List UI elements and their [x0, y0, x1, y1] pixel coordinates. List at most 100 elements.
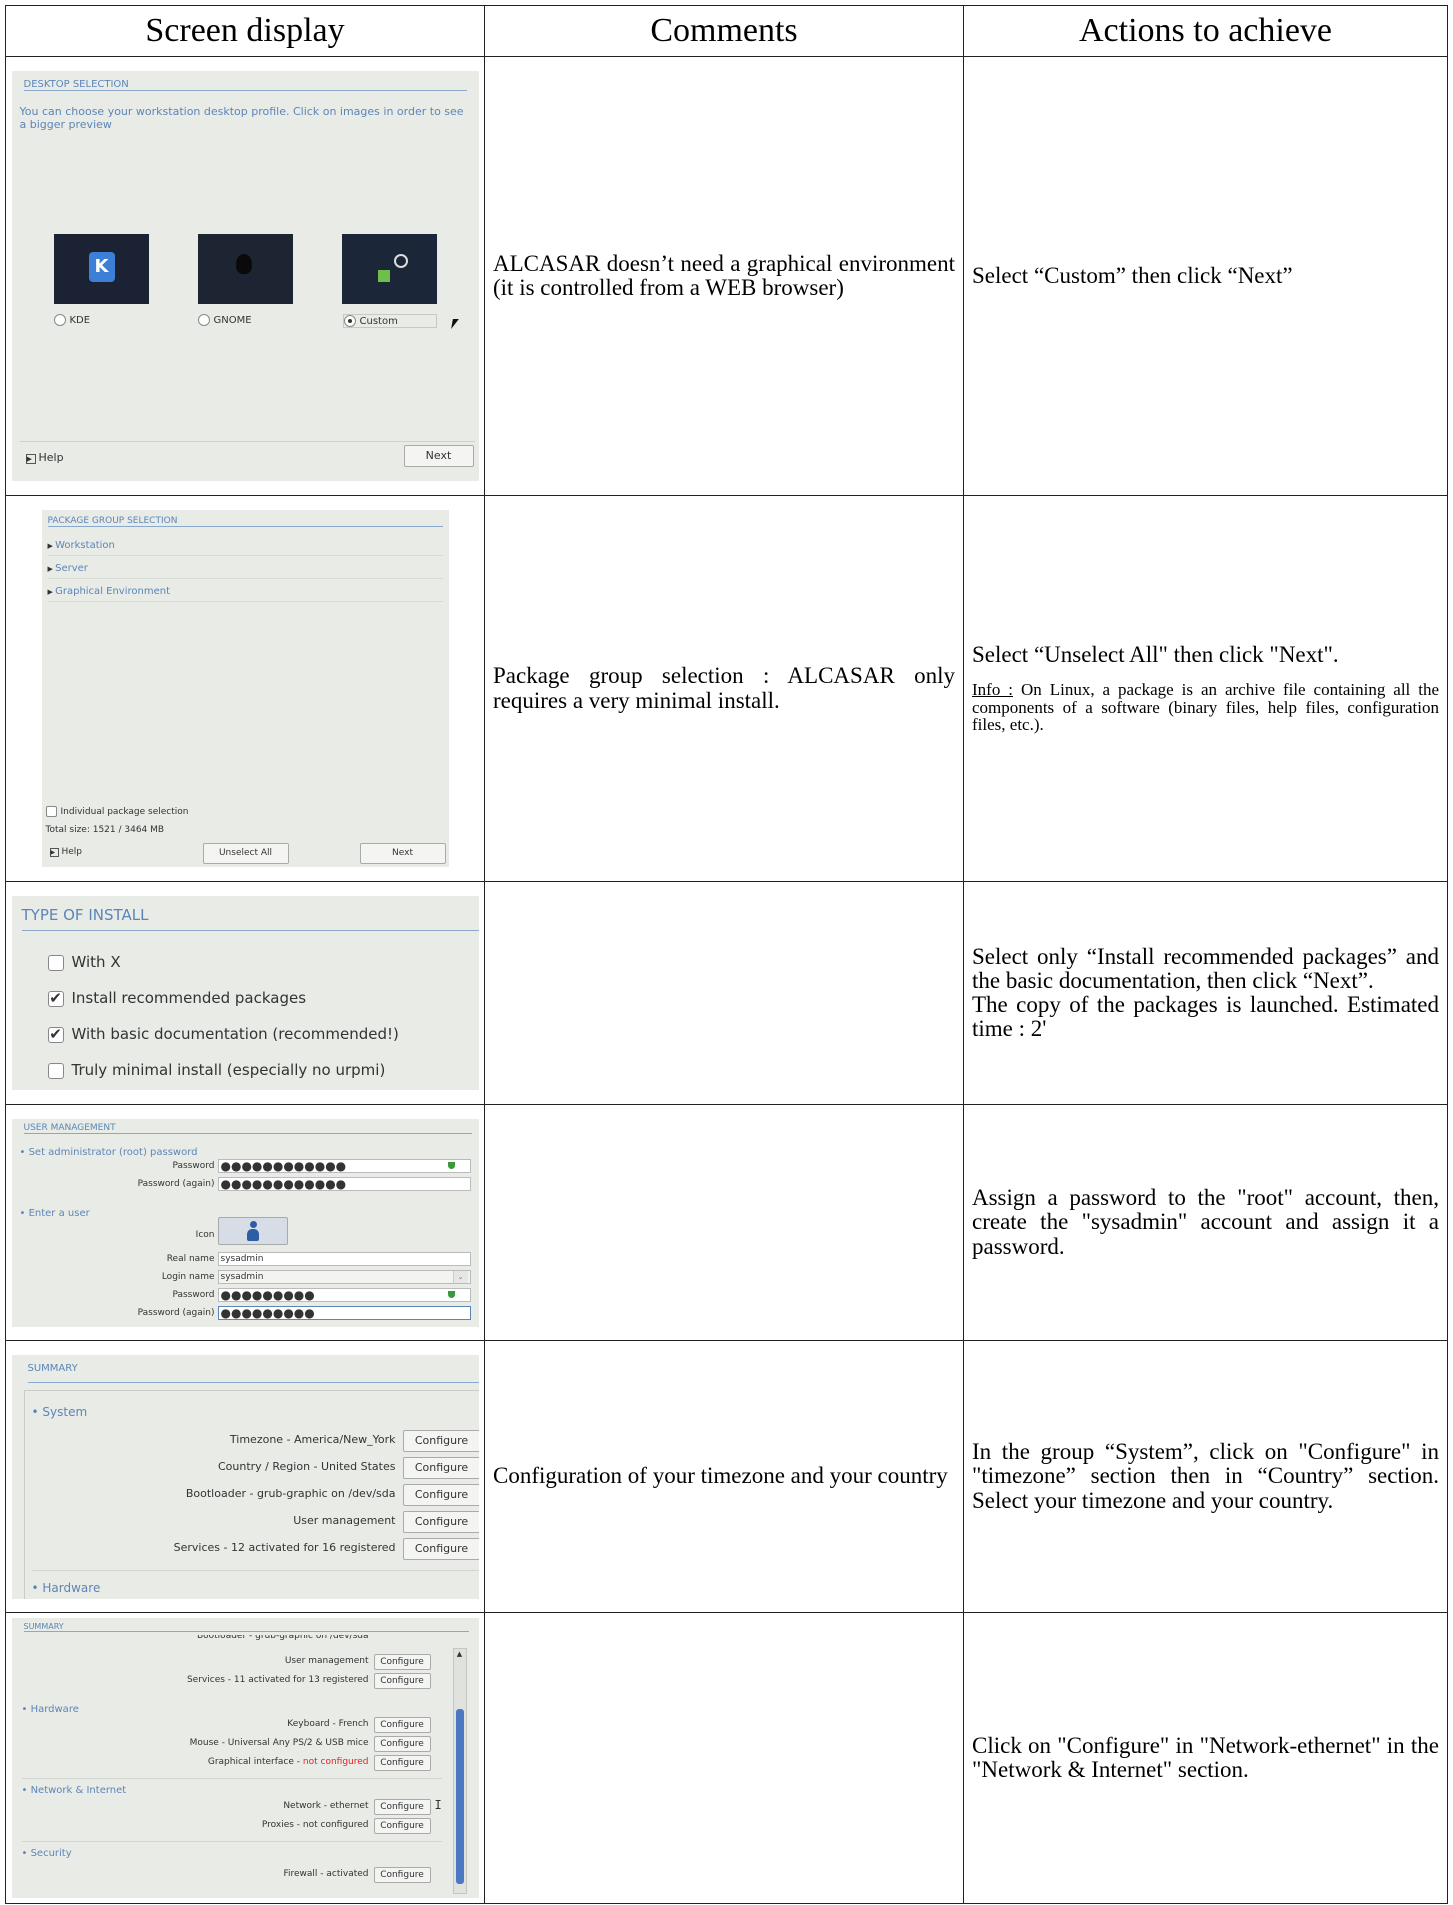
divider: [31, 1569, 479, 1571]
gnome-thumbnail[interactable]: [197, 234, 293, 304]
screen-cell: TYPE OF INSTALL With X ✔ Install recommen…: [5, 881, 485, 1105]
group-label: Workstation: [55, 540, 115, 551]
comment-cell: [484, 881, 964, 1105]
section-title: DESKTOP SELECTION: [23, 79, 467, 91]
radio-custom-circle: [343, 315, 356, 327]
custom-icons: [377, 250, 408, 286]
configure-services-button[interactable]: Configure: [373, 1673, 431, 1689]
summary-item-bootloader: Bootloader - grub-graphic on /dev/sda: [185, 1486, 396, 1500]
user-icon-button[interactable]: [217, 1216, 288, 1245]
graphical-label: Graphical interface -: [207, 1757, 303, 1767]
option-with-x[interactable]: With X: [47, 953, 121, 971]
scrollbar-thumb[interactable]: [455, 1709, 464, 1884]
root-password-label: Password: [172, 1160, 215, 1171]
section-title: USER MANAGEMENT: [23, 1123, 472, 1134]
user-management-screenshot: USER MANAGEMENT • Set administrator (roo…: [11, 1118, 479, 1327]
radio-kde[interactable]: KDE: [53, 314, 90, 326]
summary-item-timezone: Timezone - America/New_York: [229, 1432, 396, 1446]
configure-user-management-button[interactable]: Configure: [373, 1654, 431, 1670]
custom-thumbnail[interactable]: [341, 234, 437, 304]
configure-proxies-button[interactable]: Configure: [373, 1818, 431, 1834]
configure-network-button[interactable]: Configure: [373, 1799, 431, 1815]
summary-item-network: Network - ethernet: [283, 1801, 369, 1811]
radio-custom[interactable]: Custom: [342, 314, 437, 328]
section-title: SUMMARY: [23, 1622, 469, 1632]
comment-cell: [484, 1612, 964, 1904]
system-section-label: • System: [31, 1404, 88, 1419]
row-summary-timezone: SUMMARY • System Timezone - America/New_…: [5, 1340, 1448, 1613]
summary-item: Keyboard - French: [287, 1719, 369, 1729]
option-recommended-packages[interactable]: ✔ Install recommended packages: [47, 989, 307, 1007]
gnome-foot-icon: [235, 254, 252, 274]
configure-graphical-button[interactable]: Configure: [373, 1755, 431, 1771]
section-title: PACKAGE GROUP SELECTION: [47, 516, 443, 527]
configure-mouse-button[interactable]: Configure: [373, 1736, 431, 1752]
user-password-again-field[interactable]: ●●●●●●●●●: [217, 1305, 471, 1320]
screen-cell: SUMMARY • System Timezone - America/New_…: [5, 1340, 485, 1613]
user-password-field[interactable]: ●●●●●●●●●: [217, 1287, 471, 1302]
chevron-down-icon[interactable]: ⌄: [452, 1270, 468, 1283]
group-graphical[interactable]: ▶ Graphical Environment: [47, 586, 443, 602]
info-text: On Linux, a package is an archive file c…: [972, 679, 1439, 735]
summary-screenshot: SUMMARY • System Timezone - America/New_…: [11, 1354, 479, 1599]
configure-services-button[interactable]: Configure: [402, 1537, 479, 1560]
root-password-again-label: Password (again): [137, 1178, 215, 1189]
row-desktop-selection: DESKTOP SELECTION You can choose your wo…: [5, 56, 1448, 496]
configure-timezone-button[interactable]: Configure: [402, 1429, 479, 1452]
root-password-field[interactable]: ●●●●●●●●●●●●: [217, 1158, 471, 1173]
action-text: Select “Unselect All" then click "Next".: [972, 641, 1339, 667]
configure-country-button[interactable]: Configure: [402, 1456, 479, 1479]
mouse-cursor-icon: [450, 319, 459, 329]
summary-item: Proxies - not configured: [261, 1820, 369, 1830]
option-minimal-install[interactable]: Truly minimal install (especially no urp…: [47, 1061, 385, 1079]
real-name-label: Real name: [166, 1253, 215, 1264]
hardware-section-label: • Hardware: [31, 1580, 101, 1595]
info-label: Info :: [972, 679, 1014, 699]
summary-item-graphical: Graphical interface - not configured: [72, 1757, 369, 1767]
next-button[interactable]: Next: [403, 445, 474, 467]
configure-firewall-button[interactable]: Configure: [373, 1867, 431, 1883]
radio-gnome-circle: [197, 314, 210, 326]
group-server[interactable]: ▶ Server: [47, 563, 443, 579]
package-group-screenshot: PACKAGE GROUP SELECTION ▶ Workstation ▶ …: [41, 510, 449, 867]
info-note: Info : On Linux, a package is an archive…: [972, 679, 1439, 735]
group-workstation[interactable]: ▶ Workstation: [47, 540, 443, 556]
section-title: SUMMARY: [27, 1363, 479, 1383]
footer-divider: [19, 441, 475, 442]
root-password-again-field[interactable]: ●●●●●●●●●●●●: [217, 1176, 471, 1191]
radio-kde-circle: [53, 314, 66, 326]
kde-thumbnail[interactable]: K: [53, 234, 149, 304]
help-play-icon: ▶: [49, 848, 59, 857]
summary-item-user-management: User management: [293, 1513, 396, 1527]
help-toggle[interactable]: ▶ Help: [49, 847, 82, 857]
real-name-field[interactable]: sysadmin: [217, 1251, 471, 1266]
scroll-up-icon[interactable]: ▲: [454, 1649, 466, 1659]
type-of-install-screenshot: TYPE OF INSTALL With X ✔ Install recommen…: [11, 896, 479, 1090]
configure-bootloader-button[interactable]: Configure: [402, 1483, 479, 1506]
summary-item: Firewall - activated: [283, 1869, 369, 1879]
configure-keyboard-button[interactable]: Configure: [373, 1717, 431, 1733]
expand-arrow-icon: ▶: [47, 542, 56, 550]
expand-arrow-icon: ▶: [47, 588, 56, 596]
checkbox-box: [45, 806, 57, 817]
individual-selection-checkbox[interactable]: Individual package selection: [45, 806, 189, 817]
next-button[interactable]: Next: [359, 843, 446, 864]
row-summary-network: SUMMARY Bootloader - grub-graphic on /de…: [5, 1612, 1448, 1904]
summary-item-country: Country / Region - United States: [217, 1459, 396, 1473]
user-avatar-icon: [246, 1220, 259, 1241]
login-name-field[interactable]: sysadmin: [217, 1269, 471, 1284]
configure-user-management-button[interactable]: Configure: [402, 1510, 479, 1533]
option-label: Install recommended packages: [71, 989, 307, 1007]
group-label: Graphical Environment: [55, 586, 170, 597]
user-section-label: • Enter a user: [19, 1207, 90, 1219]
individual-label: Individual package selection: [60, 807, 189, 817]
scrollbar[interactable]: ▲: [452, 1648, 467, 1894]
checkbox-unchecked: [47, 954, 64, 971]
screen-cell: SUMMARY Bootloader - grub-graphic on /de…: [5, 1612, 485, 1904]
summary-item: User management: [284, 1656, 369, 1666]
unselect-all-button[interactable]: Unselect All: [202, 843, 289, 864]
radio-gnome[interactable]: GNOME: [197, 314, 252, 326]
action-cell: Select “Unselect All" then click "Next".…: [963, 495, 1448, 882]
option-basic-documentation[interactable]: ✔ With basic documentation (recommended!): [47, 1025, 399, 1043]
help-toggle[interactable]: ▶ Help: [25, 451, 64, 464]
